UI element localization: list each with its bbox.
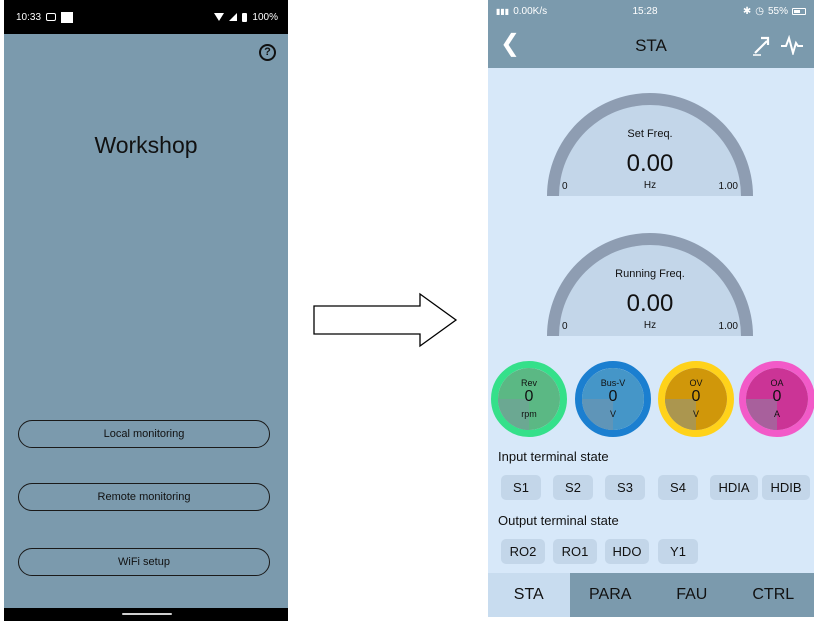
signal-icon xyxy=(229,13,238,21)
header-bar: ❮ STA xyxy=(488,22,814,68)
indicator-unit: V xyxy=(692,409,699,419)
terminal-y1: Y1 xyxy=(658,539,698,564)
status-bar: ▮▮▮ 0.00K/s 15:28 ✱ ◷ 55% xyxy=(488,0,814,22)
input-terminal-heading: Input terminal state xyxy=(498,449,609,464)
status-time: 10:33 xyxy=(16,11,42,23)
battery-level: 100% xyxy=(252,11,278,23)
terminal-ro1: RO1 xyxy=(553,539,597,564)
running-frequency-gauge: Running Freq. 0.00 Hz 0 1.00 xyxy=(544,224,756,336)
terminal-hdia: HDIA xyxy=(710,475,758,500)
wifi-setup-button[interactable]: WiFi setup xyxy=(18,548,270,576)
status-time: 15:28 xyxy=(632,5,658,17)
waveform-icon[interactable] xyxy=(780,35,804,55)
indicator-value: 0 xyxy=(608,388,618,405)
wifi-icon xyxy=(214,13,225,21)
tab-para[interactable]: PARA xyxy=(570,573,652,617)
bus-voltage-indicator: Bus-V 0 V xyxy=(575,361,651,437)
tab-sta[interactable]: STA xyxy=(488,573,570,617)
gauge-label: Running Freq. xyxy=(615,268,685,280)
set-frequency-gauge: Set Freq. 0.00 Hz 0 1.00 xyxy=(544,84,756,196)
network-speed: 0.00K/s xyxy=(513,5,548,17)
remote-monitoring-button[interactable]: Remote monitoring xyxy=(18,483,270,511)
indicator-value: 0 xyxy=(772,388,782,405)
terminal-s2: S2 xyxy=(553,475,593,500)
gauge-value: 0.00 xyxy=(626,290,674,317)
output-voltage-indicator: OV 0 V xyxy=(658,361,734,437)
terminal-hdib: HDIB xyxy=(762,475,810,500)
tab-ctrl[interactable]: CTRL xyxy=(733,573,815,617)
indicator-label: Bus-V xyxy=(600,378,626,388)
battery-level: 55% xyxy=(767,5,788,17)
indicator-label: OA xyxy=(770,378,784,388)
gauge-value: 0.00 xyxy=(626,150,674,177)
gauge-max: 1.00 xyxy=(718,321,738,332)
help-icon[interactable]: ? xyxy=(259,44,276,61)
gauge-min: 0 xyxy=(562,181,568,192)
local-monitoring-button[interactable]: Local monitoring xyxy=(18,420,270,448)
terminal-s3: S3 xyxy=(605,475,645,500)
left-phone-screen: 10:33 100% ? Workshop Local monitoring R… xyxy=(4,0,288,621)
rev-indicator: Rev 0 rpm xyxy=(491,361,567,437)
bottom-tab-bar: STA PARA FAU CTRL xyxy=(488,573,814,617)
indicator-unit: V xyxy=(609,409,616,419)
alarm-icon: ◷ xyxy=(755,5,764,17)
indicator-label: OV xyxy=(689,378,703,388)
indicator-value: 0 xyxy=(524,388,534,405)
indicator-value: 0 xyxy=(691,388,701,405)
indicator-unit: rpm xyxy=(521,409,537,419)
status-bar: 10:33 100% xyxy=(4,0,288,34)
indicator-label: Rev xyxy=(520,378,537,388)
terminal-s1: S1 xyxy=(501,475,541,500)
terminal-hdo: HDO xyxy=(605,539,649,564)
battery-icon xyxy=(242,12,248,22)
output-current-indicator: OA 0 A xyxy=(739,361,814,437)
bluetooth-icon: ✱ xyxy=(742,5,752,17)
terminal-s4: S4 xyxy=(658,475,698,500)
navigation-bar xyxy=(4,608,288,621)
output-terminal-heading: Output terminal state xyxy=(498,513,619,528)
gauge-label: Set Freq. xyxy=(627,128,673,140)
right-phone-screen: ▮▮▮ 0.00K/s 15:28 ✱ ◷ 55% ❮ STA Set Freq… xyxy=(488,0,814,617)
indicator-unit: A xyxy=(773,409,780,419)
gauge-max: 1.00 xyxy=(718,181,738,192)
notification-icon xyxy=(61,11,74,23)
signal-icon: ▮▮▮ xyxy=(496,6,510,16)
notification-icon xyxy=(46,13,57,21)
battery-icon xyxy=(792,7,806,15)
terminal-ro2: RO2 xyxy=(501,539,545,564)
gauge-min: 0 xyxy=(562,321,568,332)
home-indicator[interactable] xyxy=(122,613,172,615)
tab-fau[interactable]: FAU xyxy=(651,573,733,617)
arrow-right-icon xyxy=(313,292,458,348)
page-title: Workshop xyxy=(94,132,198,158)
upload-icon[interactable] xyxy=(752,34,770,56)
